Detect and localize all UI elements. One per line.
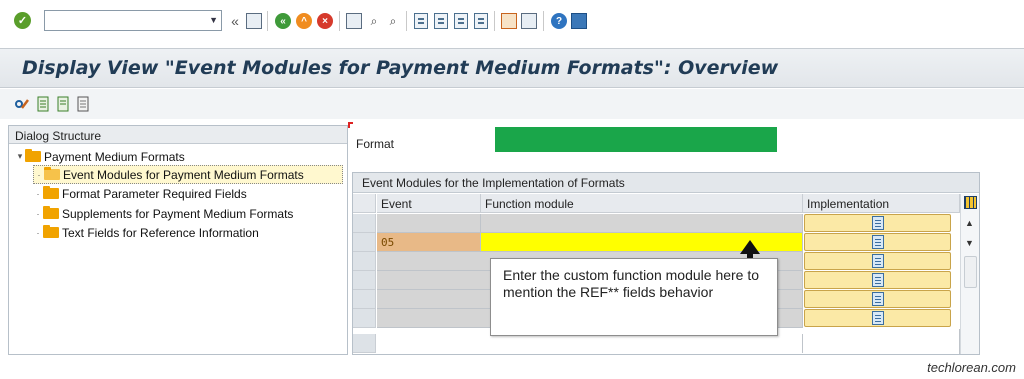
tree-node-label: Payment Medium Formats	[44, 149, 185, 164]
table-caption: Event Modules for the Implementation of …	[353, 173, 979, 193]
empty-row	[803, 329, 960, 354]
empty-row	[377, 334, 803, 353]
last-page-icon[interactable]	[473, 13, 489, 29]
table-settings-icon[interactable]	[964, 196, 977, 209]
customize-layout-icon[interactable]	[571, 13, 587, 29]
tree-node-label: Text Fields for Reference Information	[62, 225, 259, 240]
find-next-icon[interactable]: ⌕	[385, 13, 401, 29]
column-header-event[interactable]: Event	[377, 194, 481, 213]
column-header-function-module[interactable]: Function module	[481, 194, 803, 213]
next-page-icon[interactable]	[453, 13, 469, 29]
tree-node-payment-medium-formats[interactable]: ▾ Payment Medium Formats	[15, 147, 185, 166]
vertical-scrollbar[interactable]: ▲ ▼	[960, 194, 979, 354]
save-icon[interactable]	[246, 13, 262, 29]
bullet-icon: ·	[36, 208, 40, 219]
event-cell[interactable]	[377, 214, 481, 233]
tree-node-label: Event Modules for Payment Medium Formats	[63, 167, 304, 182]
select-block-icon[interactable]	[56, 96, 72, 112]
title-bar: Display View "Event Modules for Payment …	[0, 48, 1024, 88]
bullet-icon: ·	[37, 169, 41, 180]
folder-icon	[43, 206, 59, 219]
column-header-implementation[interactable]: Implementation	[803, 194, 960, 213]
implementation-button[interactable]	[804, 309, 951, 327]
previous-page-icon[interactable]	[433, 13, 449, 29]
dialog-structure-header: Dialog Structure	[9, 126, 347, 144]
format-label: Format	[356, 137, 395, 151]
chevron-down-icon[interactable]: ▼	[209, 15, 218, 25]
watermark: techlorean.com	[927, 360, 1016, 375]
help-icon[interactable]: ?	[551, 13, 567, 29]
check-icon[interactable]: ✓	[14, 12, 31, 29]
standard-toolbar: ✓ ▼ « « ^ × ⌕ ⌕ ?	[0, 0, 1024, 40]
folder-icon	[43, 225, 59, 238]
tree-node-supplements[interactable]: · Supplements for Payment Medium Formats	[33, 204, 293, 223]
annotation-callout: Enter the custom function module here to…	[490, 258, 778, 336]
function-module-cell[interactable]	[481, 214, 803, 233]
create-session-icon[interactable]	[501, 13, 517, 29]
tree-node-format-parameter[interactable]: · Format Parameter Required Fields	[33, 184, 247, 203]
select-all-cell[interactable]	[353, 194, 376, 213]
implementation-icon	[871, 216, 884, 230]
row-selector[interactable]	[353, 233, 376, 252]
dialog-structure-panel: Dialog Structure ▾ Payment Medium Format…	[8, 125, 348, 355]
display-change-icon[interactable]	[14, 96, 30, 112]
shortcut-icon[interactable]	[521, 13, 537, 29]
implementation-icon	[871, 235, 884, 249]
row-selector[interactable]	[353, 334, 376, 353]
open-folder-icon	[44, 167, 60, 180]
tree-node-text-fields[interactable]: · Text Fields for Reference Information	[33, 223, 259, 242]
folder-icon	[25, 149, 41, 162]
implementation-icon	[871, 254, 884, 268]
required-marker-icon	[348, 122, 353, 128]
tree-node-label: Format Parameter Required Fields	[62, 186, 247, 201]
tree-node-event-modules[interactable]: · Event Modules for Payment Medium Forma…	[33, 165, 343, 184]
row-selector[interactable]	[353, 252, 376, 271]
exit-icon[interactable]: ^	[296, 13, 312, 29]
first-page-icon[interactable]	[413, 13, 429, 29]
back-icon[interactable]: «	[227, 13, 243, 29]
implementation-button[interactable]	[804, 271, 951, 289]
implementation-button[interactable]	[804, 233, 951, 251]
implementation-button[interactable]	[804, 290, 951, 308]
toolbar-separator	[406, 11, 407, 31]
bullet-icon: ·	[36, 188, 40, 199]
arrow-head-icon	[740, 240, 760, 254]
folder-icon	[43, 186, 59, 199]
implementation-icon	[871, 311, 884, 325]
row-selector[interactable]	[353, 214, 376, 233]
application-toolbar	[0, 89, 1024, 119]
format-field[interactable]	[495, 127, 777, 152]
event-cell[interactable]: 05	[377, 233, 481, 252]
row-selector[interactable]	[353, 271, 376, 290]
scroll-down-icon[interactable]: ▼	[965, 238, 974, 248]
toolbar-separator	[267, 11, 268, 31]
cancel-icon[interactable]: ×	[317, 13, 333, 29]
command-field[interactable]: ▼	[44, 10, 222, 31]
implementation-button[interactable]	[804, 214, 951, 232]
deselect-all-icon[interactable]	[76, 96, 92, 112]
implementation-icon	[871, 273, 884, 287]
implementation-icon	[871, 292, 884, 306]
page-title: Display View "Event Modules for Payment …	[22, 57, 779, 79]
find-icon[interactable]: ⌕	[366, 13, 382, 29]
print-icon[interactable]	[346, 13, 362, 29]
scroll-up-icon[interactable]: ▲	[965, 218, 974, 228]
toolbar-separator	[543, 11, 544, 31]
select-all-icon[interactable]	[36, 96, 52, 112]
tree-node-label: Supplements for Payment Medium Formats	[62, 206, 294, 221]
bullet-icon: ·	[36, 227, 40, 238]
back-green-icon[interactable]: «	[275, 13, 291, 29]
scroll-thumb[interactable]	[964, 256, 977, 288]
row-selector[interactable]	[353, 290, 376, 309]
expand-icon[interactable]: ▾	[15, 151, 25, 162]
row-selector[interactable]	[353, 309, 376, 328]
toolbar-separator	[339, 11, 340, 31]
implementation-button[interactable]	[804, 252, 951, 270]
toolbar-separator	[494, 11, 495, 31]
